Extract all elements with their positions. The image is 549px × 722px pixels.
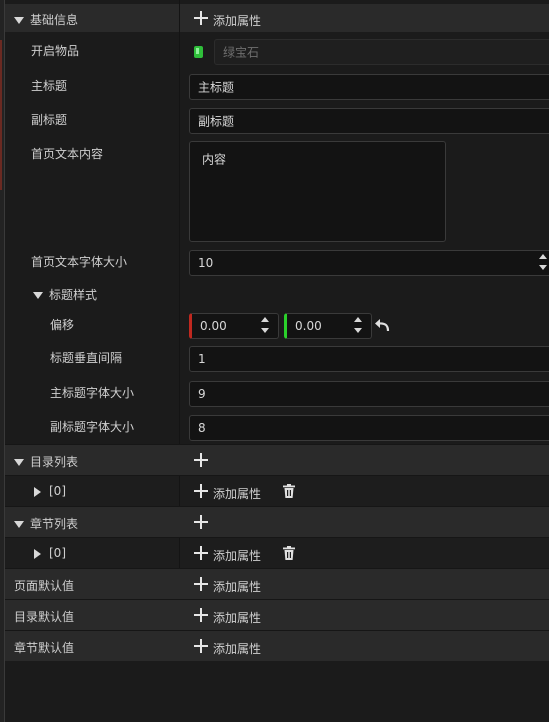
trash-icon[interactable] <box>282 546 296 560</box>
page-defaults-row[interactable]: 页面默认值 添加属性 <box>5 568 549 599</box>
add-attribute-button[interactable]: 添加属性 <box>213 485 261 502</box>
chapters-title: 章节列表 <box>30 517 79 531</box>
title-style-header: 标题样式 <box>49 288 98 302</box>
stepper-icon[interactable] <box>260 317 270 333</box>
left-accent <box>0 40 2 190</box>
home-font-size-label: 首页文本字体大小 <box>31 255 128 269</box>
add-attribute-button[interactable]: 添加属性 <box>213 12 261 29</box>
vertical-gap-input[interactable]: 1 <box>189 346 549 372</box>
open-item-label: 开启物品 <box>31 44 80 58</box>
add-attribute-button[interactable]: 添加属性 <box>213 547 261 564</box>
main-title-label: 主标题 <box>31 79 68 93</box>
stepper-icon[interactable] <box>538 254 548 270</box>
add-icon[interactable] <box>194 484 208 498</box>
main-title-font-size-label: 主标题字体大小 <box>50 386 135 400</box>
home-text-label: 首页文本内容 <box>31 147 104 161</box>
add-attribute-button[interactable]: 添加属性 <box>213 578 261 595</box>
chapter-item-index: [0] <box>49 546 66 560</box>
home-font-size-input[interactable]: 10 <box>189 250 549 276</box>
vertical-gap-label: 标题垂直间隔 <box>50 351 123 365</box>
main-title-font-size-input[interactable]: 9 <box>189 381 549 407</box>
add-icon[interactable] <box>194 608 208 622</box>
collapse-triangle-icon[interactable] <box>14 17 24 24</box>
main-title-input[interactable]: 主标题 <box>189 74 549 100</box>
expand-triangle-icon[interactable] <box>34 548 41 559</box>
catalog-defaults-row[interactable]: 目录默认值 添加属性 <box>5 599 549 630</box>
column-divider <box>179 476 180 506</box>
sub-title-input[interactable]: 副标题 <box>189 108 549 134</box>
section-basic-title: 基础信息 <box>30 13 79 27</box>
add-catalog-icon[interactable] <box>194 453 208 467</box>
section-basic-header[interactable]: 基础信息 添加属性 <box>5 4 549 32</box>
reset-undo-icon[interactable] <box>374 317 390 333</box>
sub-title-font-size-label: 副标题字体大小 <box>50 420 135 434</box>
expand-triangle-icon[interactable] <box>34 486 41 497</box>
collapse-triangle-icon[interactable] <box>14 521 24 528</box>
stepper-icon[interactable] <box>353 317 363 333</box>
catalog-item-row[interactable]: [0] 添加属性 <box>5 475 549 506</box>
catalog-title: 目录列表 <box>30 455 79 469</box>
catalog-defaults-label: 目录默认值 <box>14 610 75 624</box>
chapter-item-row[interactable]: [0] 添加属性 <box>5 537 549 568</box>
column-divider <box>179 538 180 568</box>
add-icon[interactable] <box>194 577 208 591</box>
collapse-triangle-icon[interactable] <box>33 292 43 299</box>
sub-title-font-size-input[interactable]: 8 <box>189 415 549 441</box>
home-text-textarea[interactable]: 内容 <box>189 141 446 242</box>
add-chapter-icon[interactable] <box>194 515 208 529</box>
add-icon[interactable] <box>194 546 208 560</box>
sub-title-label: 副标题 <box>31 113 68 127</box>
section-catalog-header[interactable]: 目录列表 <box>5 444 549 475</box>
column-divider <box>179 0 180 444</box>
collapse-triangle-icon[interactable] <box>14 459 24 466</box>
add-icon[interactable] <box>194 11 208 25</box>
open-item-field[interactable]: 绿宝石 <box>214 39 549 65</box>
emerald-icon <box>194 46 203 58</box>
trash-icon[interactable] <box>282 484 296 498</box>
chapter-defaults-row[interactable]: 章节默认值 添加属性 <box>5 630 549 661</box>
add-icon[interactable] <box>194 639 208 653</box>
offset-label: 偏移 <box>50 318 75 332</box>
catalog-item-index: [0] <box>49 484 66 498</box>
page-defaults-label: 页面默认值 <box>14 579 75 593</box>
section-chapters-header[interactable]: 章节列表 <box>5 506 549 537</box>
add-attribute-button[interactable]: 添加属性 <box>213 640 261 657</box>
add-attribute-button[interactable]: 添加属性 <box>213 609 261 626</box>
chapter-defaults-label: 章节默认值 <box>14 641 75 655</box>
